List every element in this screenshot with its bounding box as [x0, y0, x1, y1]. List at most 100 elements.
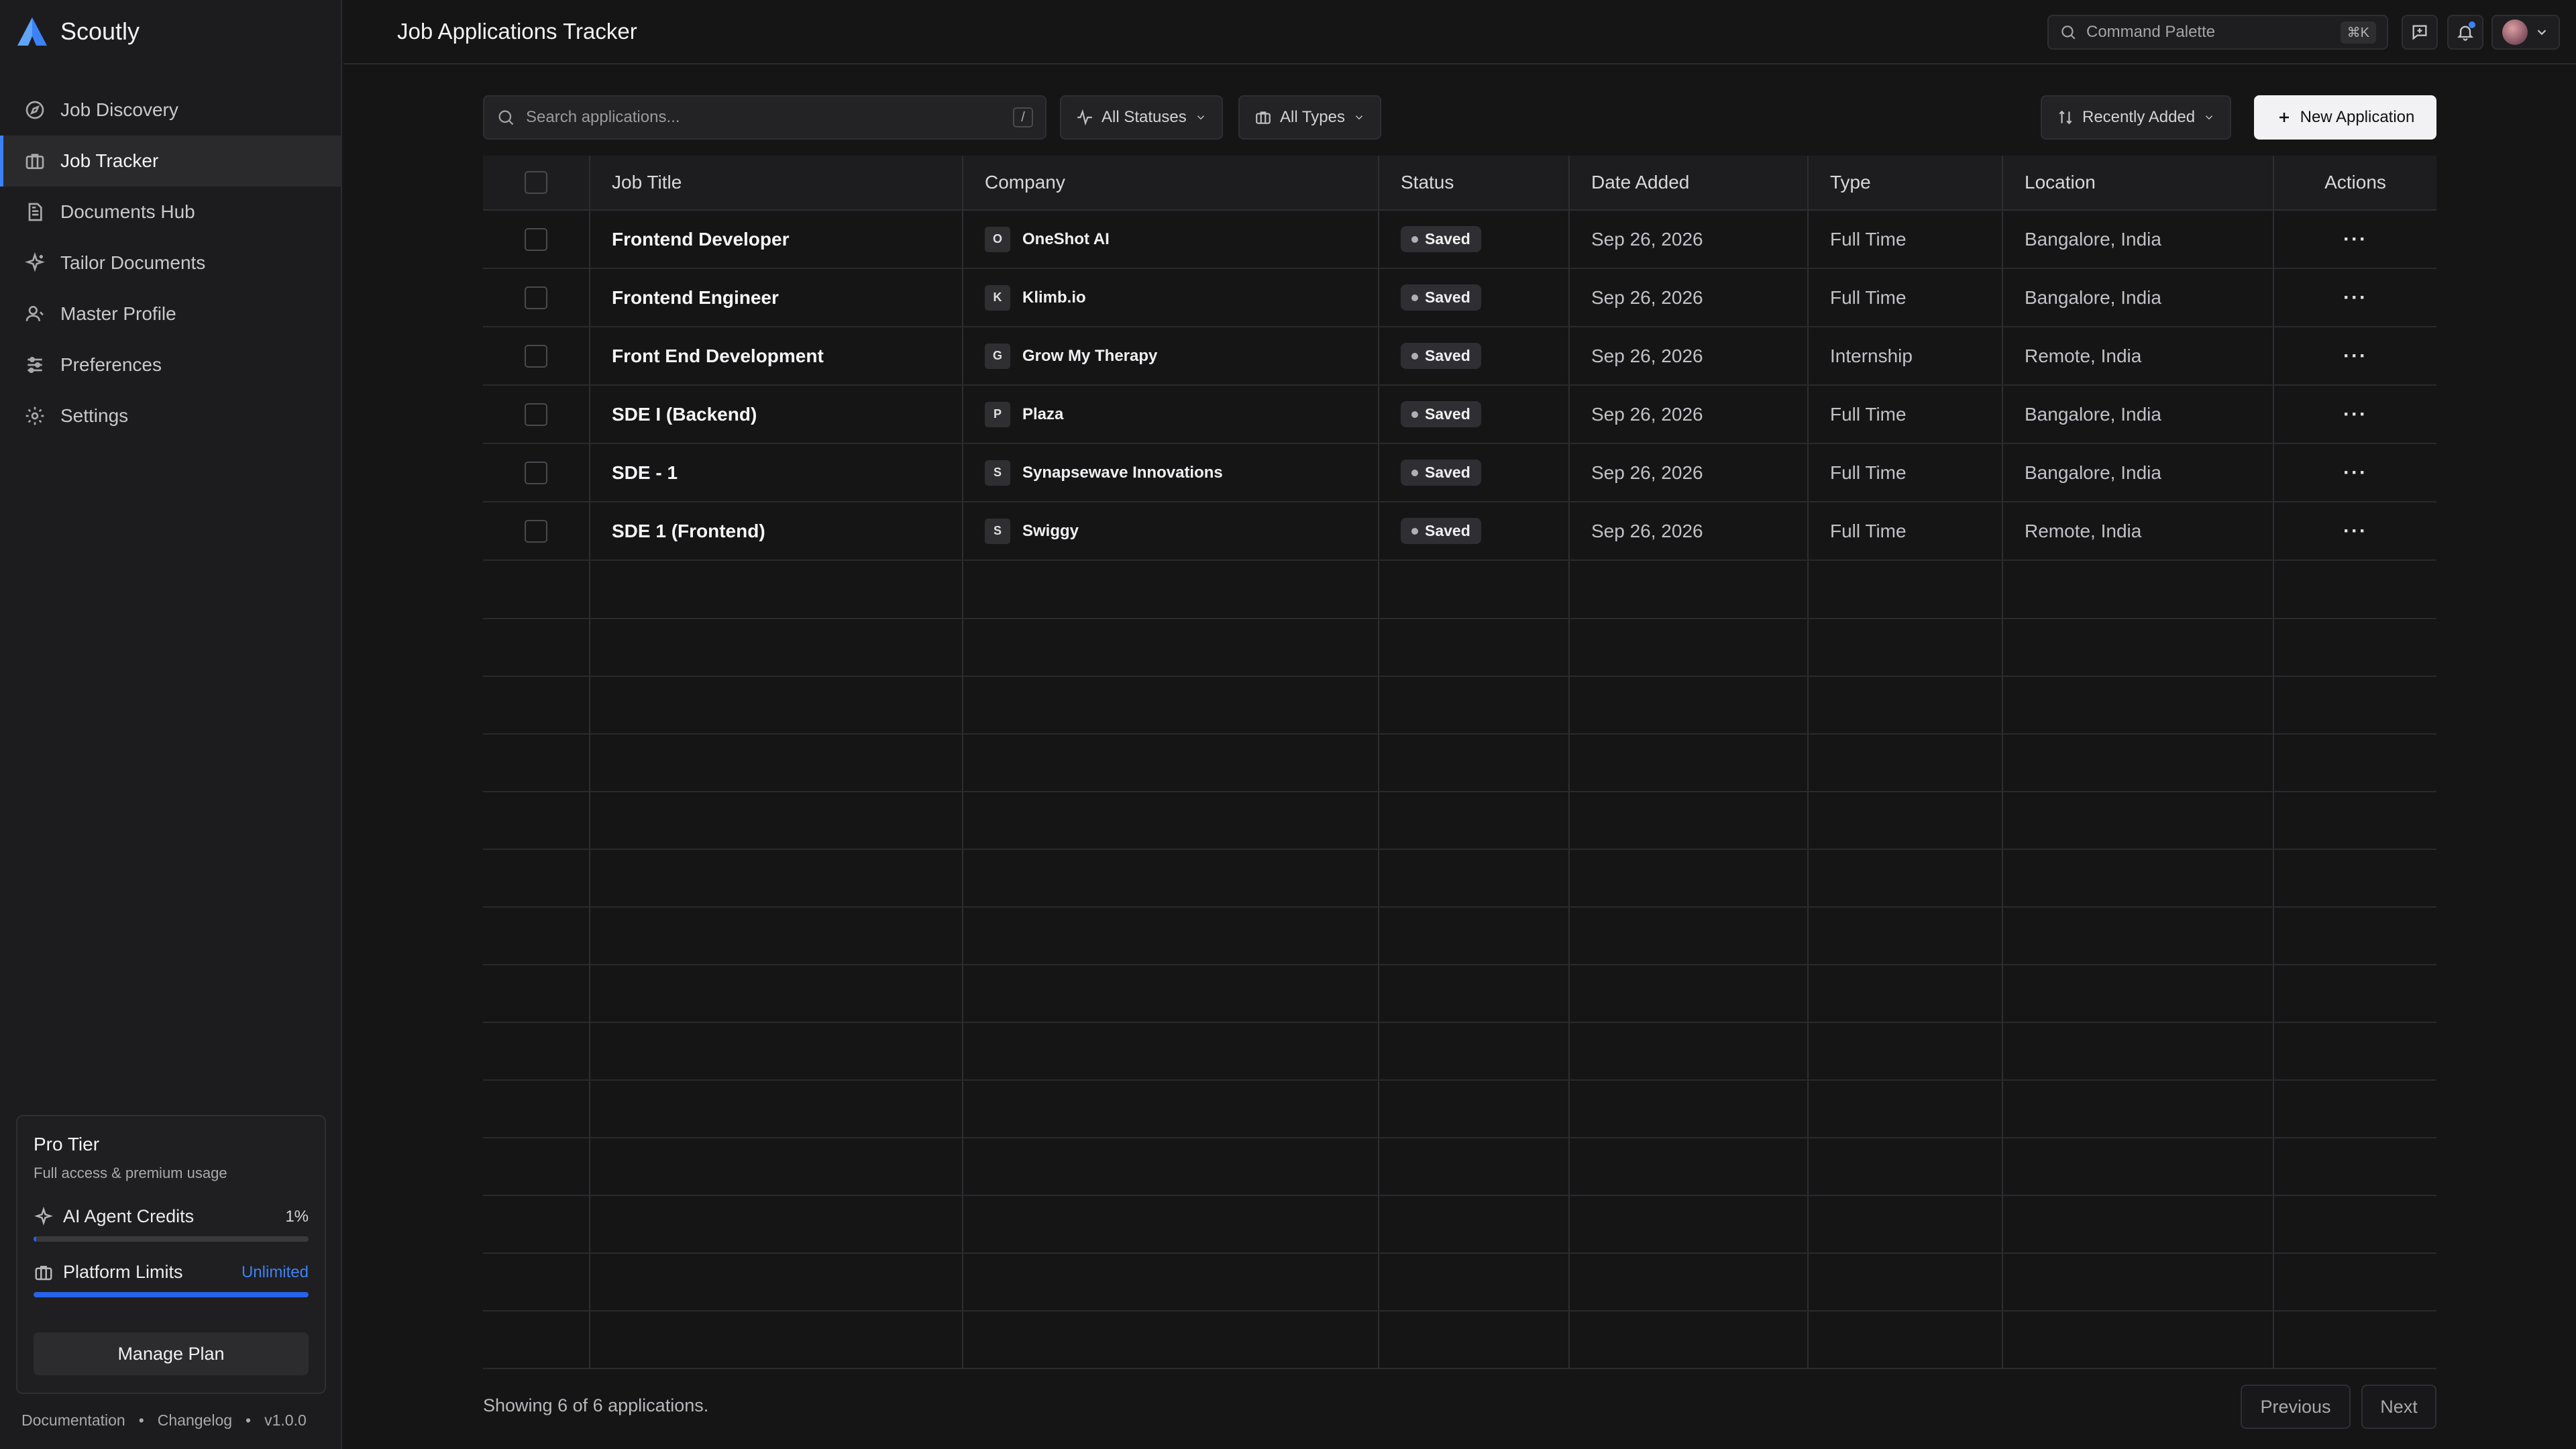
column-header-actions: Actions — [2324, 172, 2386, 193]
row-checkbox[interactable] — [525, 344, 547, 368]
notifications-button[interactable] — [2447, 15, 2483, 50]
column-header-type[interactable]: Type — [1809, 156, 2003, 209]
date-added-cell: Sep 26, 2026 — [1570, 444, 1809, 501]
table-row[interactable]: SDE 1 (Frontend) S Swiggy Saved Sep 26, 2026… — [483, 502, 2436, 561]
company: G Grow My Therapy — [985, 343, 1157, 369]
table-row[interactable]: Frontend Engineer K Klimb.io Saved Sep 26, 2… — [483, 269, 2436, 327]
location-cell: Remote, India — [2003, 502, 2274, 559]
search-input[interactable]: Search applications... / — [483, 95, 1046, 140]
job-title[interactable]: SDE 1 (Frontend) — [612, 521, 765, 542]
status-dot — [1411, 235, 1418, 243]
company: S Swiggy — [985, 518, 1079, 544]
empty-table-row — [483, 1023, 2436, 1081]
empty-cell — [2274, 1311, 2436, 1368]
table-row[interactable]: SDE - 1 S Synapsewave Innovations Saved Sep … — [483, 444, 2436, 502]
column-header-location[interactable]: Location — [2003, 156, 2274, 209]
empty-cell — [2003, 1138, 2274, 1195]
sidebar-item-job-tracker[interactable]: Job Tracker — [0, 136, 342, 186]
empty-cell — [1809, 965, 2003, 1022]
status-filter-dropdown[interactable]: All Statuses — [1060, 95, 1223, 140]
status-cell: Saved — [1379, 269, 1570, 326]
job-title[interactable]: SDE - 1 — [612, 462, 678, 484]
company-logo: K — [985, 284, 1010, 311]
sidebar-item-tailor-documents[interactable]: Tailor Documents — [0, 237, 342, 288]
row-checkbox[interactable] — [525, 461, 547, 484]
sort-dropdown[interactable]: Recently Added — [2041, 95, 2232, 140]
job-title[interactable]: SDE I (Backend) — [612, 404, 757, 425]
empty-cell — [1570, 1023, 1809, 1079]
empty-cell — [1379, 908, 1570, 964]
more-actions-icon[interactable]: ··· — [2343, 462, 2367, 484]
manage-plan-button[interactable]: Manage Plan — [34, 1332, 309, 1375]
empty-cell — [2274, 619, 2436, 676]
type-filter-dropdown[interactable]: All Types — [1238, 95, 1381, 140]
empty-cell — [963, 1311, 1379, 1368]
column-header-company[interactable]: Company — [963, 156, 1379, 209]
company-name: Synapsewave Innovations — [1022, 463, 1223, 482]
type-cell: Full Time — [1809, 269, 2003, 326]
company-logo: S — [985, 460, 1010, 486]
briefcase-icon — [1256, 111, 1271, 124]
empty-cell — [2003, 792, 2274, 849]
more-actions-icon[interactable]: ··· — [2343, 403, 2367, 426]
select-cell — [483, 211, 590, 268]
feedback-button[interactable] — [2402, 15, 2438, 50]
credits-progress-bar — [34, 1236, 309, 1242]
brand[interactable]: Scoutly — [16, 16, 140, 47]
command-shortcut: ⌘K — [2340, 21, 2376, 44]
row-checkbox[interactable] — [525, 286, 547, 309]
row-checkbox[interactable] — [525, 402, 547, 426]
company: K Klimb.io — [985, 284, 1086, 311]
job-title[interactable]: Front End Development — [612, 345, 824, 367]
empty-cell — [963, 1196, 1379, 1252]
documentation-link[interactable]: Documentation — [21, 1411, 125, 1430]
table-row[interactable]: Front End Development G Grow My Therapy Sav… — [483, 327, 2436, 386]
credits-label: AI Agent Credits — [63, 1206, 195, 1226]
company-logo: S — [985, 518, 1010, 544]
sidebar-item-master-profile[interactable]: Master Profile — [0, 288, 342, 339]
select-all-checkbox[interactable] — [525, 171, 547, 194]
column-header-date-added[interactable]: Date Added — [1570, 156, 1809, 209]
sidebar-item-documents-hub[interactable]: Documents Hub — [0, 186, 342, 237]
more-actions-icon[interactable]: ··· — [2343, 520, 2367, 543]
empty-cell — [1570, 735, 1809, 791]
company-logo: G — [985, 343, 1010, 369]
empty-cell — [1379, 735, 1570, 791]
job-title[interactable]: Frontend Developer — [612, 229, 789, 250]
search-placeholder: Search applications... — [526, 108, 680, 126]
empty-cell — [2003, 850, 2274, 906]
empty-table-row — [483, 1254, 2436, 1311]
sidebar-item-preferences[interactable]: Preferences — [0, 339, 342, 390]
command-palette-label: Command Palette — [2086, 23, 2216, 41]
more-actions-icon[interactable]: ··· — [2343, 345, 2367, 368]
limits-row: Platform Limits Unlimited — [34, 1262, 309, 1283]
job-title-cell: SDE I (Backend) — [590, 386, 963, 443]
user-menu-button[interactable] — [2491, 15, 2560, 50]
table-body: Frontend Developer O OneShot AI Saved Sep 26… — [483, 211, 2436, 1369]
sidebar-item-job-discovery[interactable]: Job Discovery — [0, 85, 342, 136]
row-checkbox[interactable] — [525, 227, 547, 251]
column-header-job-title[interactable]: Job Title — [590, 156, 963, 209]
version-label: v1.0.0 — [264, 1411, 307, 1429]
new-application-button[interactable]: New Application — [2254, 95, 2436, 140]
command-palette-button[interactable]: Command Palette ⌘K — [2047, 15, 2388, 50]
table-row[interactable]: Frontend Developer O OneShot AI Saved Sep 26… — [483, 211, 2436, 269]
date-added-cell: Sep 26, 2026 — [1570, 502, 1809, 559]
row-checkbox[interactable] — [525, 519, 547, 543]
gear-icon — [25, 407, 44, 425]
type-cell: Full Time — [1809, 444, 2003, 501]
changelog-link[interactable]: Changelog — [158, 1411, 232, 1430]
table-row[interactable]: SDE I (Backend) P Plaza Saved Sep 26, 2026 Fu… — [483, 386, 2436, 444]
more-actions-icon[interactable]: ··· — [2343, 286, 2367, 309]
job-title[interactable]: Frontend Engineer — [612, 287, 779, 309]
empty-cell — [2274, 561, 2436, 618]
briefcase-icon — [35, 1265, 52, 1280]
more-actions-icon[interactable]: ··· — [2343, 228, 2367, 251]
next-page-button[interactable]: Next — [2361, 1385, 2436, 1429]
table-header: Job Title Company Status Date Added Type… — [483, 156, 2436, 211]
sidebar-item-settings[interactable]: Settings — [0, 390, 342, 441]
empty-cell — [483, 1311, 590, 1368]
column-header-status[interactable]: Status — [1379, 156, 1570, 209]
previous-page-button[interactable]: Previous — [2241, 1385, 2351, 1429]
empty-cell — [2274, 1081, 2436, 1137]
